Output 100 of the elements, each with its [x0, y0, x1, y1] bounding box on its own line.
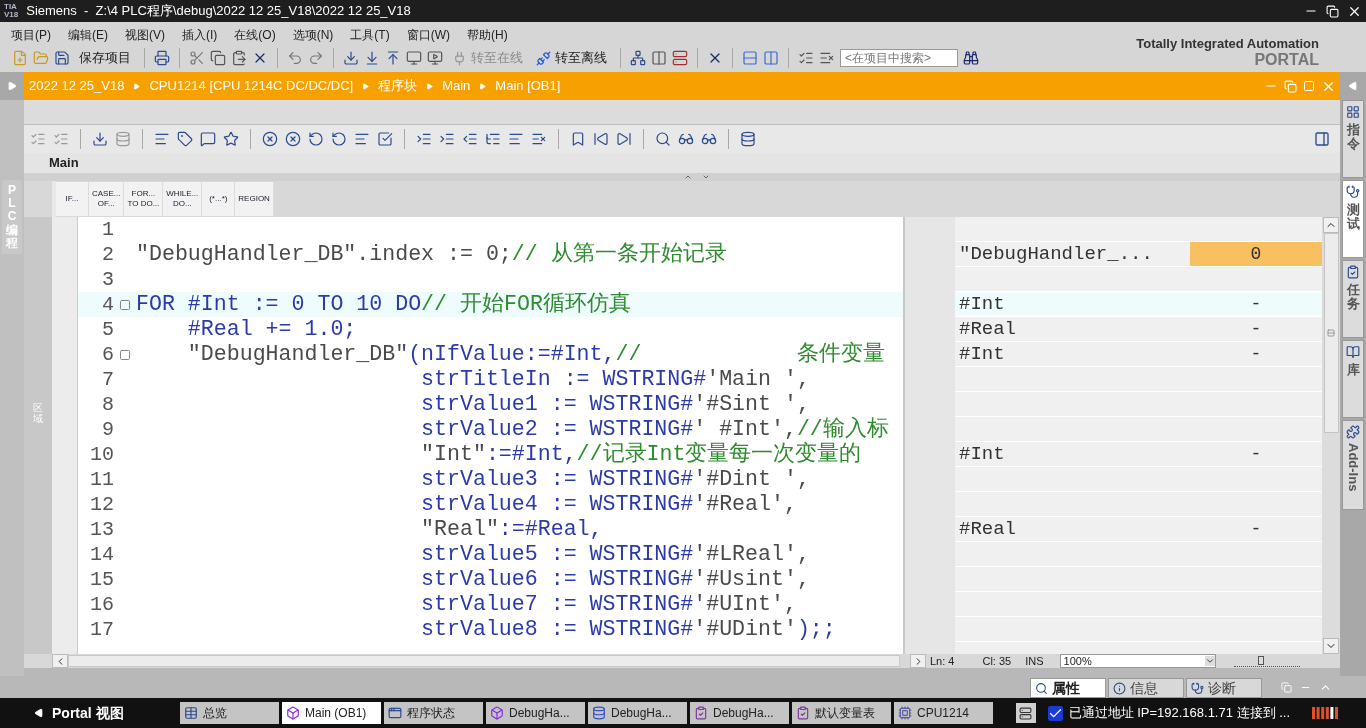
- portal-view-button[interactable]: Portal 视图: [0, 702, 180, 724]
- lines-icon[interactable]: [508, 131, 524, 147]
- connection-icon: [536, 50, 551, 66]
- upload-from-device-icon[interactable]: [385, 50, 401, 66]
- taskbar-tab[interactable]: 程序状态: [384, 702, 483, 724]
- snippet-button[interactable]: WHILE... DO...: [163, 182, 203, 216]
- menu-item[interactable]: 选项(N): [292, 26, 334, 44]
- device-status-icon[interactable]: [1015, 703, 1036, 723]
- search-icon[interactable]: [655, 131, 671, 147]
- taskbar-tab[interactable]: DebugHa...: [690, 702, 789, 724]
- indent-icon[interactable]: [416, 131, 432, 147]
- inspector-tab[interactable]: 信息: [1108, 678, 1184, 698]
- block-title: Main: [49, 154, 79, 173]
- menu-item[interactable]: 窗口(W): [406, 26, 450, 44]
- tree-icon[interactable]: [485, 131, 501, 147]
- zoom-slider-thumb[interactable]: [1257, 656, 1264, 665]
- tag-icon[interactable]: [177, 131, 193, 147]
- snippet-button[interactable]: (*...*): [202, 182, 236, 216]
- taskbar-tab[interactable]: DebugHa...: [486, 702, 585, 724]
- split-horizontal-icon[interactable]: [742, 50, 758, 66]
- split-icon[interactable]: [651, 50, 667, 66]
- menu-item[interactable]: 视图(V): [125, 26, 165, 44]
- side-tab[interactable]: 测试: [1342, 180, 1364, 258]
- glasses-icon[interactable]: [678, 131, 694, 147]
- code-line: strValue4 := WSTRING#'#Real',: [420, 491, 797, 519]
- device-icon[interactable]: [672, 50, 688, 66]
- restore-icon[interactable]: [1326, 4, 1339, 18]
- database-icon[interactable]: [740, 131, 756, 147]
- menu-item[interactable]: 在线(O): [234, 26, 276, 44]
- go-offline-button[interactable]: 转至离线: [532, 48, 611, 68]
- scroll-down-button[interactable]: [1323, 638, 1339, 654]
- download-icon[interactable]: [343, 50, 359, 66]
- bookmark-icon[interactable]: [570, 131, 586, 147]
- search-field[interactable]: <在项目中搜索>: [840, 49, 958, 67]
- scroll-left-button[interactable]: [52, 654, 68, 668]
- snippet-button[interactable]: FOR... TO DO...: [124, 182, 164, 216]
- split-vertical-icon[interactable]: [763, 50, 779, 66]
- side-tab[interactable]: Add-Ins: [1342, 420, 1364, 510]
- save-icon[interactable]: [54, 50, 70, 66]
- redo-icon[interactable]: [308, 50, 324, 66]
- lines-icon[interactable]: [154, 131, 170, 147]
- check-icon[interactable]: [798, 50, 814, 66]
- simulation-icon[interactable]: [427, 50, 443, 66]
- save-project-button[interactable]: 保存项目: [75, 48, 135, 68]
- paste-icon[interactable]: [231, 50, 247, 66]
- scroll-right-button[interactable]: [910, 654, 926, 668]
- next-icon[interactable]: [616, 131, 632, 147]
- cut-icon[interactable]: [189, 50, 205, 66]
- fold-icon[interactable]: [119, 348, 131, 361]
- list-icon[interactable]: [819, 50, 835, 66]
- taskbar-tab[interactable]: CPU1214: [894, 702, 993, 724]
- comment-icon[interactable]: [200, 131, 216, 147]
- menu-item[interactable]: 插入(I): [182, 26, 218, 44]
- refresh-icon[interactable]: [308, 131, 324, 147]
- download-to-device-icon[interactable]: [364, 50, 380, 66]
- horizontal-scrollbar[interactable]: [68, 655, 900, 667]
- snippet-button[interactable]: IF...: [56, 182, 89, 216]
- taskbar-tab[interactable]: DebugHa...: [588, 702, 687, 724]
- scroll-down-icon[interactable]: [702, 173, 710, 181]
- table-icon: [694, 706, 708, 720]
- undo-icon[interactable]: [287, 50, 303, 66]
- menu-item[interactable]: 项目(P): [11, 26, 51, 44]
- remove-icon[interactable]: [285, 131, 301, 147]
- check-icon[interactable]: [377, 131, 393, 147]
- scroll-up-icon[interactable]: [684, 173, 692, 181]
- scrollbar-thumb[interactable]: [1323, 233, 1339, 433]
- snippet-button[interactable]: REGION: [235, 182, 274, 216]
- network-icon[interactable]: [630, 50, 646, 66]
- previous-icon[interactable]: [593, 131, 609, 147]
- printer-icon[interactable]: [154, 50, 170, 66]
- menu-item[interactable]: 帮助(H): [467, 26, 508, 44]
- monitor-icon[interactable]: [406, 50, 422, 66]
- star-icon[interactable]: [223, 131, 239, 147]
- snippet-button[interactable]: CASE... OF...: [89, 182, 125, 216]
- inspector-tab[interactable]: 属性: [1030, 678, 1106, 698]
- menu-item[interactable]: 编辑(E): [68, 26, 108, 44]
- code-line: strValue1 := WSTRING#'#Sint ',: [420, 391, 810, 419]
- side-tab[interactable]: 指令: [1342, 100, 1364, 178]
- fold-icon[interactable]: [119, 298, 131, 311]
- glasses-icon[interactable]: [701, 131, 717, 147]
- inspector-tab[interactable]: 诊断: [1186, 678, 1262, 698]
- side-tab[interactable]: 任务: [1342, 260, 1364, 338]
- taskbar-tab[interactable]: 总览: [180, 702, 279, 724]
- zoom-dropdown[interactable]: 100%: [1059, 654, 1216, 668]
- refresh-icon[interactable]: [331, 131, 347, 147]
- panel-icon[interactable]: [1314, 131, 1330, 147]
- taskbar-tab[interactable]: 默认变量表: [792, 702, 891, 724]
- copy-icon[interactable]: [210, 50, 226, 66]
- indent-icon[interactable]: [439, 131, 455, 147]
- code-line: "DebugHandler_DB".index := 0;// 从第一条开始记录: [136, 241, 727, 269]
- menu-item[interactable]: 工具(T): [350, 26, 390, 44]
- binoculars-icon[interactable]: [963, 50, 979, 66]
- list-icon[interactable]: [531, 131, 547, 147]
- outdent-icon[interactable]: [462, 131, 478, 147]
- scroll-up-button[interactable]: [1323, 217, 1339, 233]
- lines-icon[interactable]: [354, 131, 370, 147]
- taskbar-tab[interactable]: Main (OB1): [282, 702, 381, 724]
- side-tab[interactable]: 库: [1342, 340, 1364, 418]
- download-icon[interactable]: [92, 131, 108, 147]
- remove-icon[interactable]: [262, 131, 278, 147]
